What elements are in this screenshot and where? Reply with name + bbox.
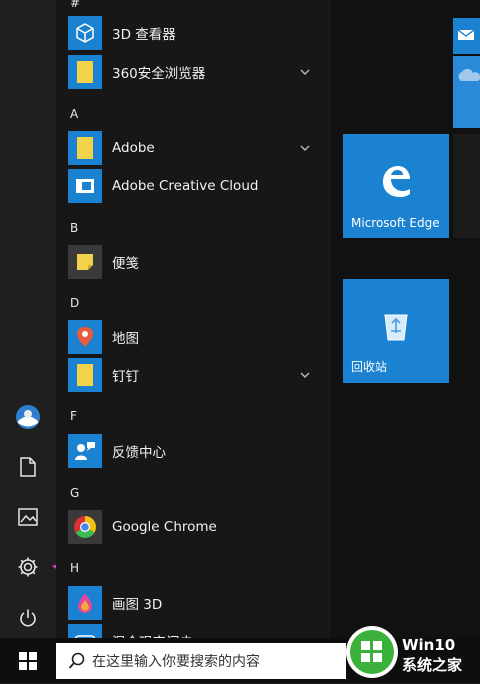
app-label: 便笺 <box>112 256 139 272</box>
folder-icon <box>68 358 102 392</box>
section-header-top[interactable]: # <box>70 0 80 10</box>
section-header-h[interactable]: H <box>70 561 79 575</box>
windows-start-icon[interactable] <box>0 638 56 683</box>
app-item-feedback-hub[interactable]: 反馈中心 <box>68 432 323 470</box>
section-header-b[interactable]: B <box>70 221 78 235</box>
section-header-f[interactable]: F <box>70 409 77 423</box>
app-label: 钉钉 <box>112 369 139 385</box>
tile-partial-dark[interactable] <box>453 134 480 238</box>
chevron-down-icon[interactable] <box>297 140 313 156</box>
chrome-icon <box>68 510 102 544</box>
chevron-down-icon[interactable] <box>297 64 313 80</box>
app-label: Adobe <box>112 140 155 156</box>
tile-label: Microsoft Edge <box>351 216 440 230</box>
app-label: Adobe Creative Cloud <box>112 178 259 194</box>
cube-icon <box>68 16 102 50</box>
app-item-google-chrome[interactable]: Google Chrome <box>68 508 323 546</box>
picture-icon[interactable] <box>10 499 46 535</box>
app-item-adobe-creative-cloud[interactable]: Adobe Creative Cloud <box>68 167 323 205</box>
watermark-line1: Win10 <box>402 636 455 654</box>
app-item-paint-3d[interactable]: 画图 3D <box>68 584 323 622</box>
tile-label: 回收站 <box>351 360 388 374</box>
tile-partial-onedrive[interactable] <box>453 56 480 128</box>
app-label: 地图 <box>112 331 139 347</box>
start-rail <box>0 0 56 638</box>
folder-icon <box>68 55 102 89</box>
map-pin-icon <box>68 320 102 354</box>
app-folder-360[interactable]: 360安全浏览器 <box>68 53 323 91</box>
document-icon[interactable] <box>10 449 46 485</box>
feedback-icon <box>68 434 102 468</box>
app-folder-dingding[interactable]: 钉钉 <box>68 356 323 394</box>
folder-icon <box>68 131 102 165</box>
user-avatar-icon[interactable] <box>10 399 46 435</box>
app-item-maps[interactable]: 地图 <box>68 318 323 356</box>
app-label: 360安全浏览器 <box>112 66 206 82</box>
section-header-a[interactable]: A <box>70 107 78 121</box>
app-list: # 3D 查看器 360安全浏览器 A Adobe Adobe Creative… <box>56 0 331 650</box>
app-label: 3D 查看器 <box>112 27 176 43</box>
app-label: Google Chrome <box>112 519 217 535</box>
app-window-icon <box>68 169 102 203</box>
search-icon <box>68 652 85 669</box>
search-placeholder: 在这里输入你要搜索的内容 <box>92 654 260 670</box>
section-header-g[interactable]: G <box>70 486 79 500</box>
app-label: 反馈中心 <box>112 445 166 461</box>
paint-drop-icon <box>68 586 102 620</box>
win10-watermark-logo: Win10 系统之家 <box>336 608 474 680</box>
recycle-bin-icon <box>384 314 408 341</box>
tile-partial-mail[interactable] <box>453 18 480 54</box>
app-label: 画图 3D <box>112 597 163 613</box>
power-icon[interactable] <box>10 600 46 636</box>
tile-microsoft-edge[interactable]: Microsoft Edge <box>343 134 449 238</box>
tile-recycle-bin[interactable]: 回收站 <box>343 279 449 383</box>
section-header-d[interactable]: D <box>70 296 79 310</box>
edge-icon <box>383 166 410 197</box>
chevron-down-icon[interactable] <box>297 367 313 383</box>
tiles-area: Microsoft Edge 回收站 <box>331 0 480 650</box>
taskbar-search-box[interactable]: 在这里输入你要搜索的内容 <box>56 643 346 679</box>
app-item-sticky-notes[interactable]: 便笺 <box>68 243 323 281</box>
app-folder-adobe[interactable]: Adobe <box>68 129 323 167</box>
app-item-3d-viewer[interactable]: 3D 查看器 <box>68 14 323 52</box>
sticky-note-icon <box>68 245 102 279</box>
watermark-line2: 系统之家 <box>402 656 462 674</box>
